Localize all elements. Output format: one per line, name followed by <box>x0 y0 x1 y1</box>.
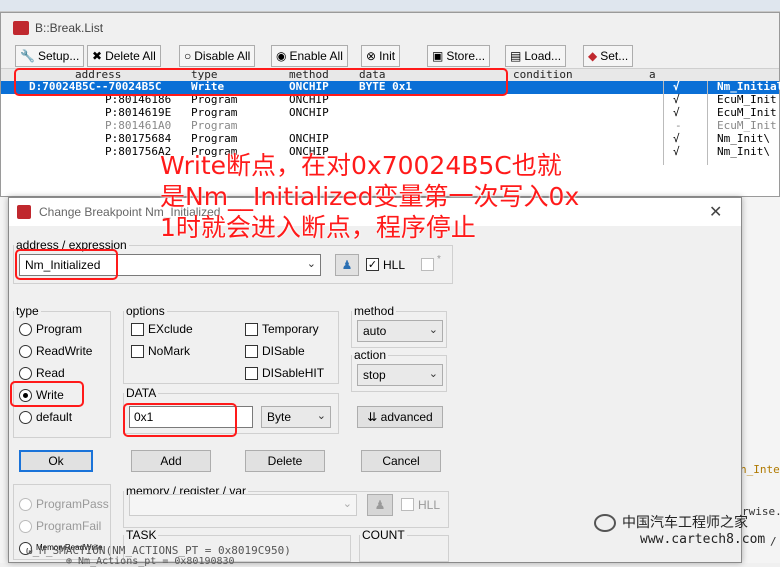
window-title: B::Break.List <box>35 21 104 35</box>
disable-all-button[interactable]: ○ Disable All <box>179 45 256 67</box>
asterisk-marker: * <box>437 254 441 265</box>
extra-checkbox[interactable] <box>421 258 434 271</box>
type-readwrite-label: ReadWrite <box>36 344 93 358</box>
person-icon-button[interactable]: ♟ <box>335 254 359 276</box>
code-fragment: / <box>770 535 777 548</box>
set-button[interactable]: ◆ Set... <box>583 45 634 67</box>
person-icon-button-disabled[interactable]: ♟ <box>367 494 393 516</box>
disablehit-checkbox[interactable] <box>245 367 258 380</box>
x-icon: ✖ <box>92 49 103 63</box>
chevron-down-icon: ⌄ <box>342 498 352 510</box>
type-program-radio[interactable] <box>19 323 32 336</box>
x-circle-icon: ⊗ <box>366 49 377 63</box>
disable-checkbox[interactable] <box>245 345 258 358</box>
trace32-icon <box>17 205 31 219</box>
cancel-button[interactable]: Cancel <box>361 450 441 472</box>
memory-input[interactable]: ⌄ <box>129 494 357 516</box>
break-list-toolbar: 🔧 Setup... ✖ Delete All ○ Disable All ◉ Enab… <box>1 43 779 69</box>
setup-button[interactable]: 🔧 Setup... <box>15 45 85 67</box>
highlight-box <box>123 403 237 437</box>
break-list-titlebar: B::Break.List <box>1 13 779 43</box>
exclude-label: EXclude <box>148 322 193 336</box>
type-programpass-label: ProgramPass <box>36 497 109 511</box>
col-a[interactable]: a <box>649 68 656 81</box>
highlight-box <box>10 381 84 407</box>
person-icon: ♟ <box>341 258 353 272</box>
chevron-down-icon: ⌄ <box>428 324 438 336</box>
column-divider <box>707 81 708 165</box>
method-select[interactable]: auto ⌄ <box>357 320 443 342</box>
store-icon: ▣ <box>432 49 444 63</box>
highlight-box <box>14 68 508 96</box>
watermark-url: www.cartech8.com <box>640 532 766 547</box>
load-icon: ▤ <box>510 49 522 63</box>
exclude-checkbox[interactable] <box>131 323 144 336</box>
hll-label: HLL <box>383 258 406 272</box>
watermark-title: 中国汽车工程师之家 <box>622 515 748 531</box>
type-default-radio[interactable] <box>19 411 32 424</box>
nomark-checkbox[interactable] <box>131 345 144 358</box>
type-programfail-radio[interactable] <box>19 520 32 533</box>
person-icon: ♟ <box>374 498 386 512</box>
trace32-icon <box>13 21 29 35</box>
highlight-box <box>15 249 118 280</box>
radio-empty-icon: ○ <box>184 49 192 63</box>
double-chevron-down-icon: ⇊ <box>367 410 378 424</box>
type-read-radio[interactable] <box>19 367 32 380</box>
disable-label: DISable <box>262 344 305 358</box>
memory-hll-checkbox[interactable] <box>401 498 414 511</box>
hll-checkbox[interactable]: ✓ <box>366 258 379 271</box>
type-readwrite-radio[interactable] <box>19 345 32 358</box>
data-size-select[interactable]: Byte ⌄ <box>261 406 331 428</box>
type-program-label: Program <box>36 322 83 336</box>
type-read-label: Read <box>36 366 65 380</box>
type-programfail-label: ProgramFail <box>36 519 102 533</box>
col-condition[interactable]: condition <box>513 68 573 81</box>
code-line: ⊕ Nm_Actions_pt = 0x80190830 <box>66 556 235 567</box>
radio-filled-icon: ◉ <box>276 49 287 63</box>
load-button[interactable]: ▤ Load... <box>505 45 567 67</box>
type-programpass-radio[interactable] <box>19 498 32 511</box>
chevron-down-icon: ⌄ <box>316 410 326 422</box>
code-fragment: n_Inte <box>740 463 780 476</box>
annotation-text: Write断点，在对0x70024B5C也就 是Nm__Initialized变… <box>160 151 580 242</box>
memory-hll-label: HLL <box>418 498 441 512</box>
change-breakpoint-dialog: Change Breakpoint Nm_Initialized ✕ addre… <box>8 197 742 563</box>
ok-button[interactable]: Ok <box>19 450 93 472</box>
type-default-label: default <box>36 410 73 424</box>
close-icon[interactable]: ✕ <box>709 202 722 221</box>
advanced-button[interactable]: ⇊ advanced <box>357 406 443 428</box>
count-group: COUNT <box>359 528 449 562</box>
chevron-down-icon: ⌄ <box>428 368 438 380</box>
disablehit-label: DISableHIT <box>262 366 325 380</box>
set-icon: ◆ <box>588 49 598 63</box>
store-button[interactable]: ▣ Store... <box>427 45 491 67</box>
delete-button[interactable]: Delete <box>245 450 325 472</box>
top-window-strip <box>0 0 780 12</box>
add-button[interactable]: Add <box>131 450 211 472</box>
wechat-icon <box>594 514 616 532</box>
enable-all-button[interactable]: ◉ Enable All <box>271 45 348 67</box>
wrench-icon: 🔧 <box>20 49 35 63</box>
init-button[interactable]: ⊗ Init <box>361 45 401 67</box>
delete-all-button[interactable]: ✖ Delete All <box>87 45 161 67</box>
temporary-label: Temporary <box>262 322 319 336</box>
chevron-down-icon: ⌄ <box>306 258 316 270</box>
temporary-checkbox[interactable] <box>245 323 258 336</box>
nomark-label: NoMark <box>148 344 191 358</box>
action-select[interactable]: stop ⌄ <box>357 364 443 386</box>
